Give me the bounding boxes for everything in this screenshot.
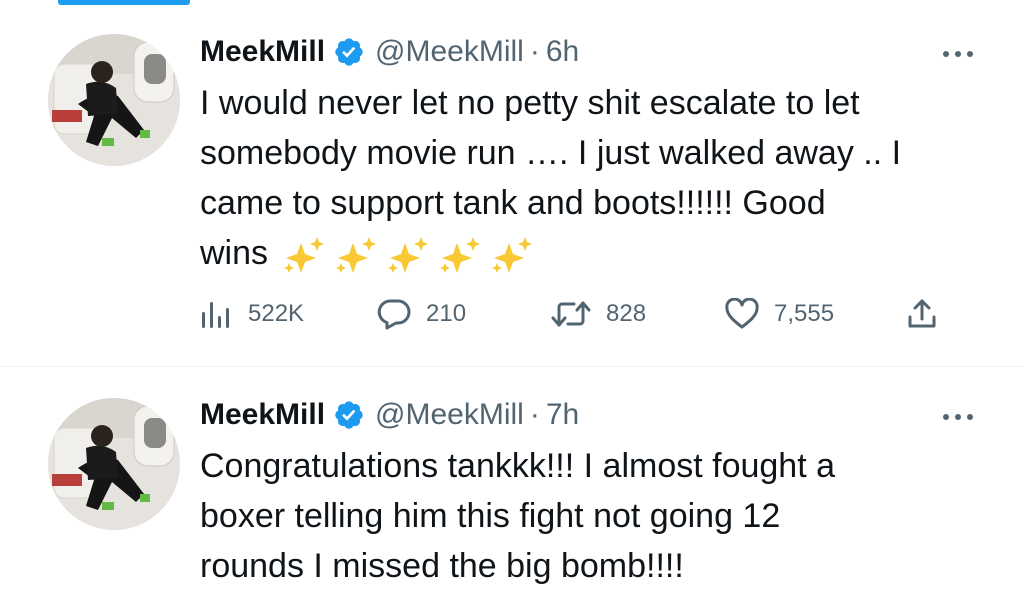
sparkles-icon (279, 235, 329, 275)
avatar[interactable] (48, 398, 180, 530)
views-icon (200, 298, 234, 330)
tweet-actions: 522K 210 828 7,555 (200, 296, 960, 332)
tweet-text: I would never let no petty shit escalate… (200, 78, 1000, 278)
tweet-header: MeekMill @MeekMill · 6h (200, 32, 579, 72)
sparkles-icon (331, 235, 381, 275)
separator-dot: · (529, 398, 540, 431)
tweet-1[interactable]: MeekMill @MeekMill · 6h I would never le… (0, 0, 1024, 367)
tweet-2[interactable]: MeekMill @MeekMill · 7h Congratulations … (0, 367, 1024, 596)
reply-count: 210 (426, 300, 467, 327)
retweet-icon (550, 297, 592, 331)
reply-icon (376, 297, 412, 331)
more-options-icon[interactable] (942, 409, 974, 420)
tweet-text: Congratulations tankkk!!! I almost fough… (200, 441, 1000, 591)
sparkles-icon (435, 235, 485, 275)
retweet-count: 828 (606, 300, 647, 327)
timestamp[interactable]: 7h (546, 398, 579, 432)
author-name[interactable]: MeekMill (200, 398, 325, 432)
author-handle[interactable]: @MeekMill (375, 35, 524, 69)
author-name[interactable]: MeekMill (200, 35, 325, 69)
author-handle[interactable]: @MeekMill (375, 398, 524, 432)
tweet-text-line: somebody movie run …. I just walked away… (200, 134, 902, 172)
share-button[interactable] (906, 296, 938, 332)
timestamp[interactable]: 6h (546, 35, 579, 69)
tweet-header: MeekMill @MeekMill · 7h (200, 395, 579, 435)
tweet-text-line: boxer telling him this fight not going 1… (200, 497, 781, 535)
verified-badge-icon (333, 399, 365, 431)
views-count: 522K (248, 300, 305, 327)
tweet-text-line: Congratulations tankkk!!! I almost fough… (200, 447, 836, 485)
views-button[interactable]: 522K (200, 296, 304, 332)
separator-dot: · (529, 35, 540, 68)
tweet-text-word: wins (200, 234, 269, 272)
tweet-text-line: I would never let no petty shit escalate… (200, 84, 860, 122)
tweet-text-line-last: wins (200, 228, 1000, 278)
more-options-icon[interactable] (942, 46, 974, 57)
verified-badge-icon (333, 36, 365, 68)
retweet-button[interactable]: 828 (550, 296, 646, 332)
like-button[interactable]: 7,555 (724, 296, 834, 332)
heart-icon (724, 298, 760, 330)
reply-button[interactable]: 210 (376, 296, 466, 332)
tweet-text-line: rounds I missed the big bomb!!!! (200, 547, 684, 585)
share-icon (906, 297, 938, 331)
avatar[interactable] (48, 34, 180, 166)
like-count: 7,555 (774, 300, 835, 327)
sparkles-icon (383, 235, 433, 275)
tweet-text-line: came to support tank and boots!!!!!! Goo… (200, 184, 826, 222)
sparkles-icon (487, 235, 537, 275)
